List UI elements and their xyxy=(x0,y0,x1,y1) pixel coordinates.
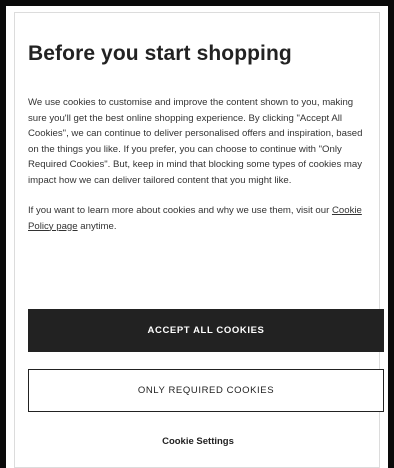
cookie-policy-text-before: If you want to learn more about cookies … xyxy=(28,205,332,216)
dialog-title: Before you start shopping xyxy=(28,42,292,65)
only-required-cookies-button[interactable]: ONLY REQUIRED COOKIES xyxy=(28,369,384,412)
dialog-body: We use cookies to customise and improve … xyxy=(28,95,374,249)
accept-all-cookies-button[interactable]: ACCEPT ALL COOKIES xyxy=(28,309,384,352)
cookie-settings-link[interactable]: Cookie Settings xyxy=(15,436,381,447)
cookie-policy-paragraph: If you want to learn more about cookies … xyxy=(28,203,374,234)
cookie-policy-text-after: anytime. xyxy=(77,220,117,232)
cookie-description-paragraph: We use cookies to customise and improve … xyxy=(28,97,363,186)
cookie-consent-dialog: Before you start shopping We use cookies… xyxy=(14,12,384,468)
